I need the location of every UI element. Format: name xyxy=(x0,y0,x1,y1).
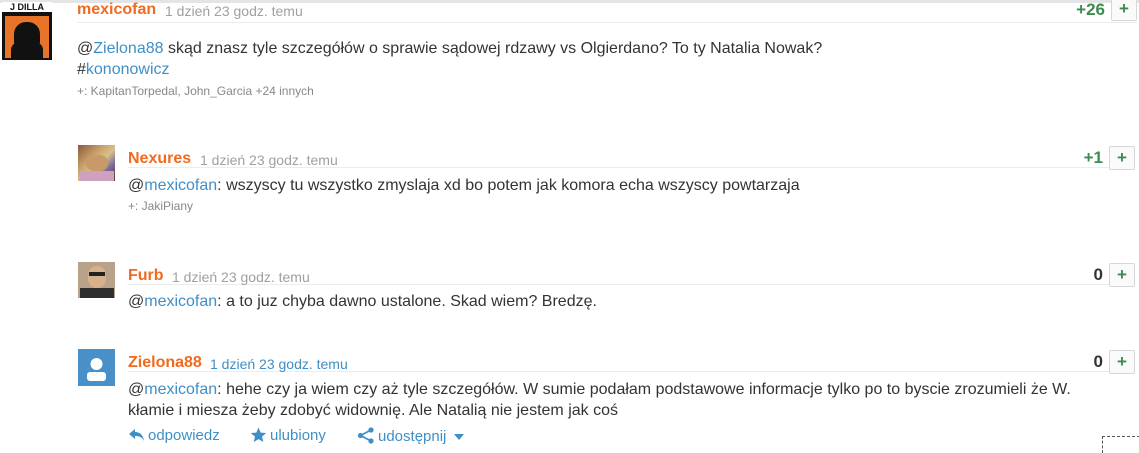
timestamp[interactable]: 1 dzień 23 godz. temu xyxy=(172,269,310,285)
mention-link[interactable]: Zielona88 xyxy=(93,40,163,57)
mention-prefix: @ xyxy=(128,293,145,310)
plus-voters[interactable]: +: KapitanTorpedal, John_Garcia +24 inny… xyxy=(77,84,314,98)
plus-button[interactable]: + xyxy=(1109,146,1135,170)
mention-prefix: @ xyxy=(128,177,145,194)
user-icon xyxy=(87,358,106,381)
reply-icon xyxy=(129,429,144,441)
plus-voters[interactable]: +: JakiPiany xyxy=(128,199,193,213)
plus-button[interactable]: + xyxy=(1111,0,1137,21)
avatar[interactable] xyxy=(78,262,115,298)
author-name[interactable]: Furb xyxy=(128,267,164,285)
star-icon xyxy=(250,427,267,442)
plus-button[interactable]: + xyxy=(1109,263,1135,287)
favorite-button[interactable]: ulubiony xyxy=(250,427,326,444)
mention-link[interactable]: mexicofan xyxy=(144,381,217,398)
tag-prefix: # xyxy=(77,61,86,78)
comment-header: Nexures 1 dzień 23 godz. temu +1 + xyxy=(128,145,1135,170)
reply-label: odpowiedz xyxy=(148,427,220,444)
plus-button[interactable]: + xyxy=(1109,350,1135,374)
comment-body: @mexicofan: a to juz chyba dawno ustalon… xyxy=(128,291,1118,312)
avatar[interactable]: J DILLA xyxy=(2,2,52,60)
comment-mexicofan: J DILLA mexicofan 1 dzień 23 godz. temu … xyxy=(2,0,1137,105)
share-label: udostępnij xyxy=(378,428,447,445)
vote-count: +1 xyxy=(1083,148,1103,167)
comment-zielona88: Zielona88 1 dzień 23 godz. temu 0 + @mex… xyxy=(78,349,1135,425)
timestamp[interactable]: 1 dzień 23 godz. temu xyxy=(210,356,348,372)
mention-prefix: @ xyxy=(128,381,145,398)
mention-link[interactable]: mexicofan xyxy=(144,177,217,194)
share-icon xyxy=(357,427,374,444)
caret-down-icon xyxy=(453,434,464,440)
comment-text: skąd znasz tyle szczegółów o sprawie sąd… xyxy=(163,40,823,57)
comment-body: @mexicofan: wszyscy tu wszystko zmyslaja… xyxy=(128,175,1118,196)
comment-header: Zielona88 1 dzień 23 godz. temu 0 + xyxy=(128,349,1135,374)
comment-text: : hehe czy ja wiem czy aż tyle szczegółó… xyxy=(128,381,1071,419)
tag-link[interactable]: kononowicz xyxy=(86,61,170,78)
vote-count: +26 xyxy=(1076,0,1105,19)
comment-body: @Zielona88 skąd znasz tyle szczegółów o … xyxy=(77,38,1077,80)
comment-nexures: Nexures 1 dzień 23 godz. temu +1 + @mexi… xyxy=(78,145,1135,215)
author-name[interactable]: Zielona88 xyxy=(128,354,202,372)
comment-header: mexicofan 1 dzień 23 godz. temu +26 + xyxy=(77,0,1137,23)
share-button[interactable]: udostępnij xyxy=(357,427,467,445)
vote-count: 0 xyxy=(1093,265,1103,284)
timestamp[interactable]: 1 dzień 23 godz. temu xyxy=(165,3,303,19)
vote-count: 0 xyxy=(1093,352,1103,371)
author-name[interactable]: Nexures xyxy=(128,150,191,168)
comment-header: Furb 1 dzień 23 godz. temu 0 + xyxy=(128,262,1135,287)
comment-body: @mexicofan: hehe czy ja wiem czy aż tyle… xyxy=(128,379,1103,421)
author-name[interactable]: mexicofan xyxy=(77,1,156,19)
favorite-label: ulubiony xyxy=(270,427,326,444)
timestamp[interactable]: 1 dzień 23 godz. temu xyxy=(200,152,338,168)
avatar[interactable] xyxy=(78,349,115,386)
reply-button[interactable]: odpowiedz xyxy=(128,427,220,444)
mention-prefix: @ xyxy=(77,40,94,57)
avatar[interactable] xyxy=(78,145,115,181)
comment-furb: Furb 1 dzień 23 godz. temu 0 + @mexicofa… xyxy=(78,262,1135,312)
comment-text: : wszyscy tu wszystko zmyslaja xd bo pot… xyxy=(217,177,800,194)
mention-link[interactable]: mexicofan xyxy=(144,293,217,310)
focus-outline xyxy=(1102,436,1139,453)
avatar-label: J DILLA xyxy=(2,2,52,12)
comment-text: : a to juz chyba dawno ustalone. Skad wi… xyxy=(217,293,597,310)
